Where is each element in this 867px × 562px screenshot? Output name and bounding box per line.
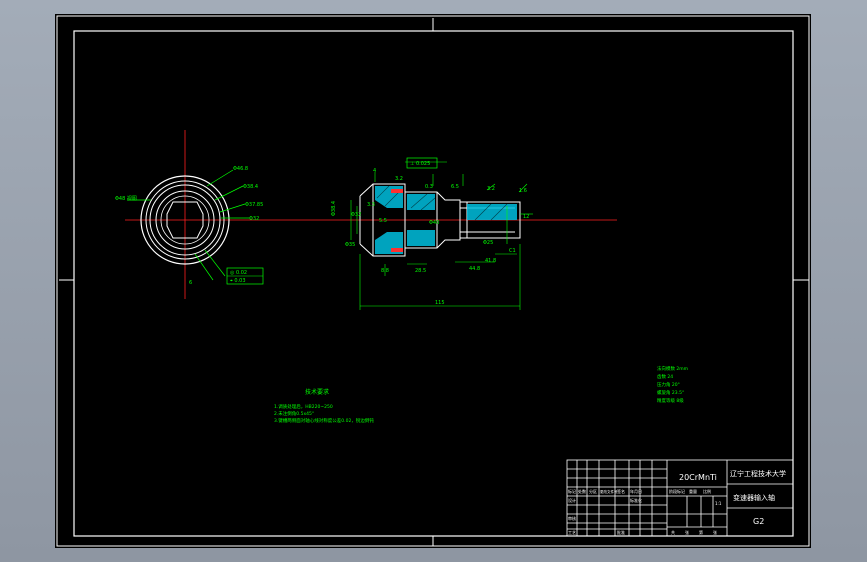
sheet-info-1: 共 [671,529,675,535]
dim-left-2: Φ32 [351,212,361,218]
dim-overall-length: 115 [435,300,445,306]
gear-param-2: 齿数 24 [657,373,673,380]
process-label: 工艺 [568,530,576,535]
dim-top-5: 3.2 [487,186,495,192]
technical-notes: 技术要求 1.调质处理后，HB220~250 2.未注倒角0.5x45° 3.键… [274,388,374,424]
rev-header-5: 签名 [617,488,625,494]
dim-bot-3: 44.8 [469,266,480,272]
dim-top-6: 1.6 [519,188,527,194]
dim-top-1: 4 [373,168,376,174]
review-label: 审核 [568,515,576,521]
design-label: 设计 [568,497,576,503]
approve-label: 批准 [617,529,625,535]
left-label-b: Φ38.4 [243,184,258,190]
outer-frame [56,15,810,547]
cad-viewport[interactable]: Φ46.8 Φ38.4 Φ37.85 Φ32 Φ48 视图 ◎ 0.02 ⌖ 0… [0,0,867,562]
scale-header: 比例 [703,488,711,494]
dim-left-1: Φ38.4 [331,201,337,216]
rev-header-1: 标记 [568,488,576,494]
scale-value: 1:1 [715,501,722,506]
dim-bot-2: 28.5 [415,268,426,274]
gear-param-5: 精度等级 8级 [657,397,684,404]
gear-param-1: 法向模数 2mm [657,365,688,372]
left-tolerance-row2: ⌖ 0.03 [230,278,246,284]
main-tolerance-text: ⊥ 0.025 [410,161,430,167]
dim-mid-4: Φ25 [483,240,493,246]
centering-marks [59,18,809,546]
left-label-c: Φ37.85 [245,202,263,208]
gear-param-3: 压力角 20° [657,381,680,388]
sheet-info-2: 张 [685,529,689,535]
dim-bot-4: 41.8 [485,258,496,264]
rev-header-4: 更改文件号 [600,489,618,494]
left-label-view: Φ48 视图 [115,195,137,202]
drawing-sheet: Φ46.8 Φ38.4 Φ37.85 Φ32 Φ48 视图 ◎ 0.02 ⌖ 0… [55,14,811,548]
dim-mid-3: Φ40 [429,220,439,226]
key-detail-top [391,189,403,193]
left-end-view: Φ46.8 Φ38.4 Φ37.85 Φ32 Φ48 视图 ◎ 0.02 ⌖ 0… [115,130,617,299]
rev-header-2: 处数 [578,488,586,494]
left-bottom-mark: 6 [189,280,192,286]
left-label-d: Φ32 [249,216,259,222]
dim-mid-1: 3.3 [367,202,375,208]
sheet-code-text: G2 [753,517,764,526]
dim-top-2: 3.2 [395,176,403,182]
gear-parameters: 法向模数 2mm 齿数 24 压力角 20° 螺旋角 23.5° 精度等级 8级 [657,365,688,404]
notes-line-2: 2.未注倒角0.5x45° [274,410,314,417]
rev-header-6: 年月日 [630,488,642,494]
drawing-name-text: 变速器输入轴 [733,493,775,502]
stage-header: 阶段标记 [669,488,685,494]
sheet-info-3: 第 [699,529,703,535]
sheet-info-4: 张 [713,529,717,535]
dim-bot-5: C1 [509,248,516,254]
weight-header: 重量 [689,488,697,494]
dim-left-3: Φ35 [345,242,355,248]
notes-line-1: 1.调质处理后，HB220~250 [274,403,333,410]
main-section-view: ⊥ 0.025 4 3.2 0.3 6.5 3.2 1.6 Φ38.4 Φ32 … [331,157,533,310]
notes-line-3: 3.键槽两侧面对轴心线对称度公差0.02，锐边倒钝 [274,417,374,424]
standard-label: 标准化 [630,497,642,503]
material-text: 20CrMnTi [679,473,717,482]
left-tolerance-row1: ◎ 0.02 [230,270,247,276]
gear-param-4: 螺旋角 23.5° [657,389,684,396]
dim-bot-1: 8.8 [381,268,389,274]
dim-mid-2: 5.5 [379,218,387,224]
dim-top-3: 0.3 [425,184,433,190]
drawing-canvas: Φ46.8 Φ38.4 Φ37.85 Φ32 Φ48 视图 ◎ 0.02 ⌖ 0… [56,15,810,547]
title-block-text: 20CrMnTi 辽宁工程技术大学 变速器输入轴 G2 标记 处数 分区 更改文… [568,469,786,535]
left-label-a: Φ46.8 [233,166,248,172]
rev-header-3: 分区 [589,488,597,494]
university-text: 辽宁工程技术大学 [730,469,786,478]
notes-title: 技术要求 [305,388,329,396]
dim-top-4: 6.5 [451,184,459,190]
key-detail-bottom [391,248,403,252]
dim-right-1: 12 [523,214,529,220]
